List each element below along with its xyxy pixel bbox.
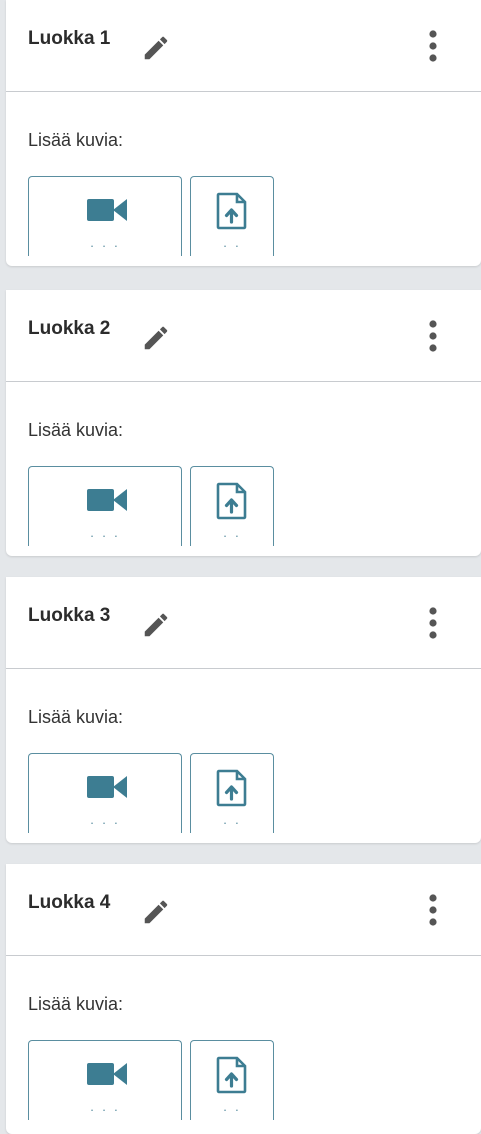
pencil-icon [144,36,168,60]
class-title: Luokka 2 [28,318,111,339]
class-card: Luokka 4 Lisää kuvia: · · · · · [6,864,481,1134]
file-upload-icon [216,482,247,520]
class-card: Luokka 3 Lisää kuvia: · · · · · [6,577,481,843]
card-header: Luokka 3 [6,577,481,669]
video-button-caption: · · · [89,528,121,543]
video-camera-icon [87,489,127,511]
upload-button-caption: · · [222,238,242,253]
upload-file-button[interactable]: · · [190,1040,274,1120]
upload-button-caption: · · [222,1102,242,1117]
class-title: Luokka 1 [28,28,111,49]
add-video-button[interactable]: · · · [28,1040,182,1120]
edit-title-button[interactable] [134,26,178,70]
pencil-icon [144,326,168,350]
video-button-caption: · · · [89,238,121,253]
class-title: Luokka 4 [28,892,111,913]
upload-button-caption: · · [222,815,242,830]
upload-file-button[interactable]: · · [190,176,274,256]
edit-title-button[interactable] [134,603,178,647]
more-vertical-icon [429,894,437,926]
edit-title-button[interactable] [134,890,178,934]
pencil-icon [144,900,168,924]
class-card: Luokka 1 Lisää kuvia: · · · · · [6,0,481,266]
video-camera-icon [87,199,127,221]
add-images-label: Lisää kuvia: [28,994,124,1014]
upload-file-button[interactable]: · · [190,466,274,546]
class-title: Luokka 3 [28,605,111,626]
add-video-button[interactable]: · · · [28,176,182,256]
card-header: Luokka 2 [6,290,481,382]
add-video-button[interactable]: · · · [28,466,182,546]
file-upload-icon [216,769,247,807]
class-card: Luokka 2 Lisää kuvia: · · · · · [6,290,481,556]
more-options-button[interactable] [418,314,448,358]
add-video-button[interactable]: · · · [28,753,182,833]
upload-file-button[interactable]: · · [190,753,274,833]
video-camera-icon [87,776,127,798]
add-images-label: Lisää kuvia: [28,707,124,727]
more-vertical-icon [429,607,437,639]
more-options-button[interactable] [418,24,448,68]
file-upload-icon [216,192,247,230]
edit-title-button[interactable] [134,316,178,360]
video-button-caption: · · · [89,815,121,830]
more-options-button[interactable] [418,601,448,645]
pencil-icon [144,613,168,637]
video-camera-icon [87,1063,127,1085]
more-vertical-icon [429,320,437,352]
card-header: Luokka 4 [6,864,481,956]
more-vertical-icon [429,30,437,62]
more-options-button[interactable] [418,888,448,932]
add-images-label: Lisää kuvia: [28,420,124,440]
upload-button-caption: · · [222,528,242,543]
file-upload-icon [216,1056,247,1094]
card-header: Luokka 1 [6,0,481,92]
add-images-label: Lisää kuvia: [28,130,124,150]
video-button-caption: · · · [89,1102,121,1117]
